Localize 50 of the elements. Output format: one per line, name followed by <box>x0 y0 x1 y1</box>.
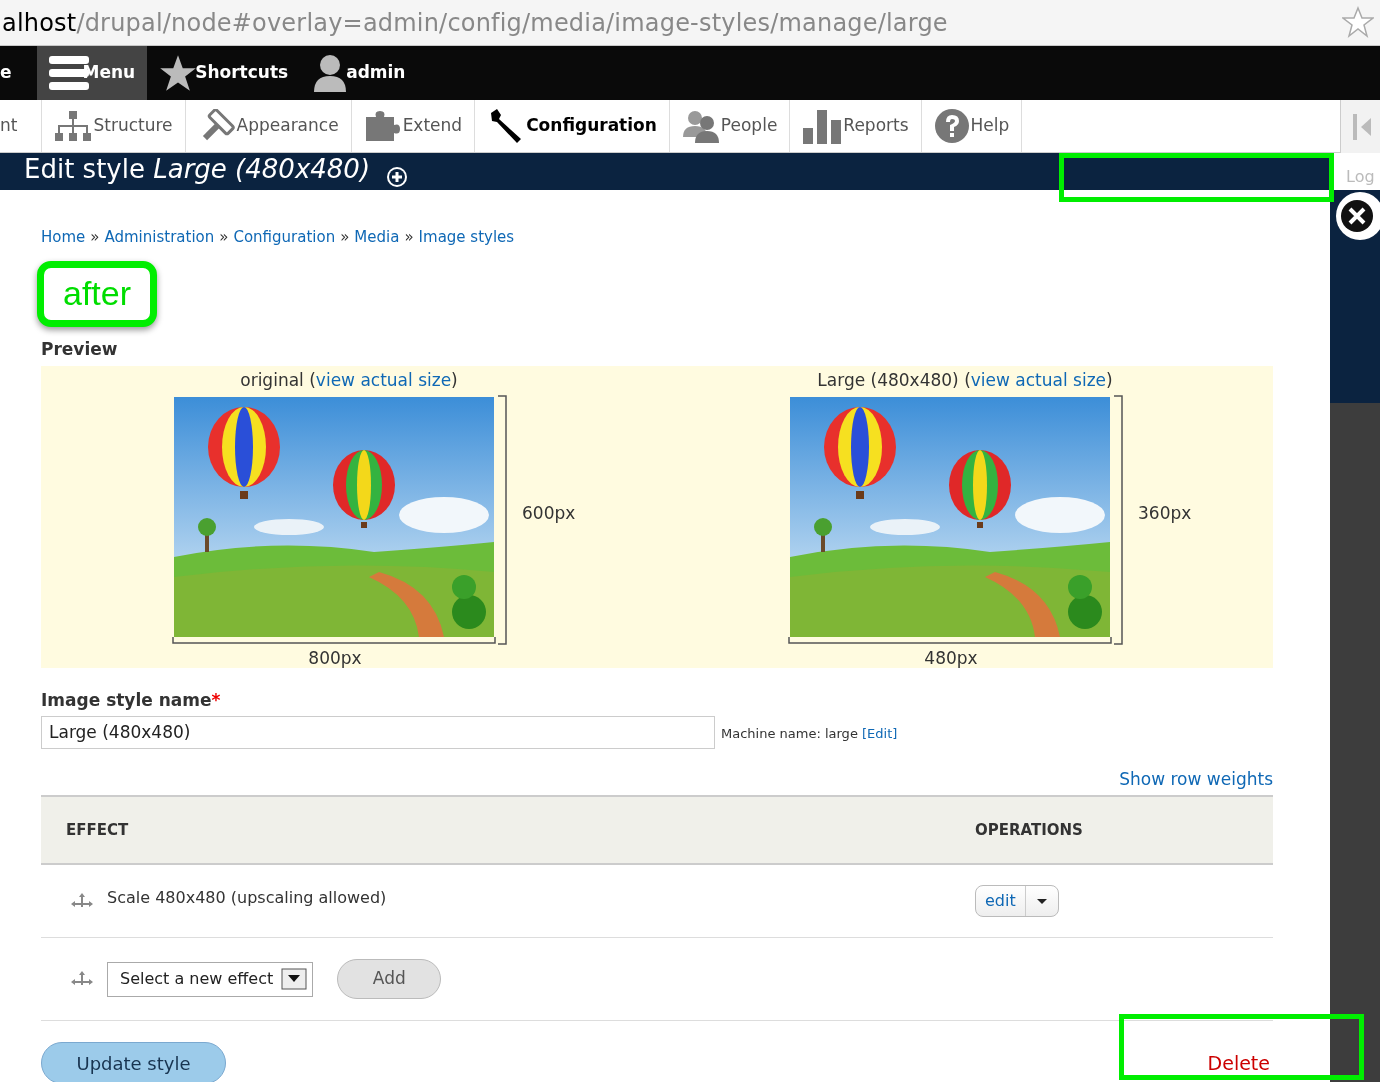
toolbar-item[interactable]: admin <box>300 46 418 100</box>
column-header: OPERATIONS <box>975 819 1083 841</box>
delete-link[interactable]: Delete <box>1207 1048 1270 1078</box>
breadcrumb-link[interactable]: Configuration <box>233 226 336 249</box>
image-caption: original (view actual size) <box>240 369 458 392</box>
breadcrumb-separator: » <box>219 227 229 248</box>
people-icon <box>681 109 720 143</box>
collapse-icon <box>1350 113 1371 140</box>
field-label: Image style name* <box>41 689 222 712</box>
person-icon <box>312 54 349 92</box>
drag-handle-icon <box>69 970 95 988</box>
dimension-label: 360px <box>1138 501 1193 525</box>
page-title: Edit style Large (480x480) <box>24 153 371 186</box>
dimension-label: 480px <box>923 646 979 670</box>
text-field[interactable]: Large (480x480) <box>41 715 715 749</box>
dropdown-caret-icon <box>1036 898 1047 904</box>
bookmark-star-icon <box>1342 6 1374 38</box>
dimension-label: 800px <box>307 646 363 670</box>
show-row-weights-link[interactable]: Show row weights <box>1119 766 1273 792</box>
annotation-label: after <box>37 260 157 327</box>
effect-select[interactable]: Select a new effect <box>107 961 314 997</box>
help-icon <box>933 108 970 144</box>
toolbar-item[interactable]: e <box>0 46 37 100</box>
drag-handle-icon <box>69 892 95 910</box>
breadcrumb-separator: » <box>90 227 100 248</box>
section-heading: Preview <box>41 337 119 361</box>
toolbar-item[interactable]: Shortcuts <box>147 46 301 100</box>
breadcrumb-link[interactable]: Media <box>354 226 400 249</box>
edit-link[interactable]: [Edit] <box>862 726 898 742</box>
table-cell-text: Scale 480x480 (upscaling allowed) <box>107 887 387 909</box>
toolbar-tab[interactable]: nt <box>0 100 43 152</box>
update-style-button[interactable]: Update style <box>41 1042 226 1082</box>
image-caption: Large (480x480) (view actual size) <box>817 369 1113 392</box>
machine-name-text: Machine name: large [Edit] <box>721 725 898 744</box>
add-button[interactable]: Add <box>337 959 442 999</box>
dimension-label: 600px <box>522 501 577 525</box>
breadcrumb-link[interactable]: Image styles <box>418 226 515 249</box>
dropdown-caret-icon <box>281 968 308 990</box>
breadcrumb-separator: » <box>404 227 414 248</box>
column-header: EFFECT <box>65 819 130 841</box>
hierarchy-icon <box>54 109 93 143</box>
close-icon <box>1340 199 1374 233</box>
view-size-link[interactable]: view actual size <box>970 370 1107 390</box>
breadcrumb-separator: » <box>340 227 350 248</box>
bar-chart-icon <box>802 108 843 144</box>
puzzle-icon <box>363 109 402 143</box>
breadcrumb-link[interactable]: Home <box>41 226 86 249</box>
star-icon <box>159 54 198 92</box>
view-size-link[interactable]: view actual size <box>315 370 452 390</box>
breadcrumb-link[interactable]: Administration <box>104 226 215 249</box>
